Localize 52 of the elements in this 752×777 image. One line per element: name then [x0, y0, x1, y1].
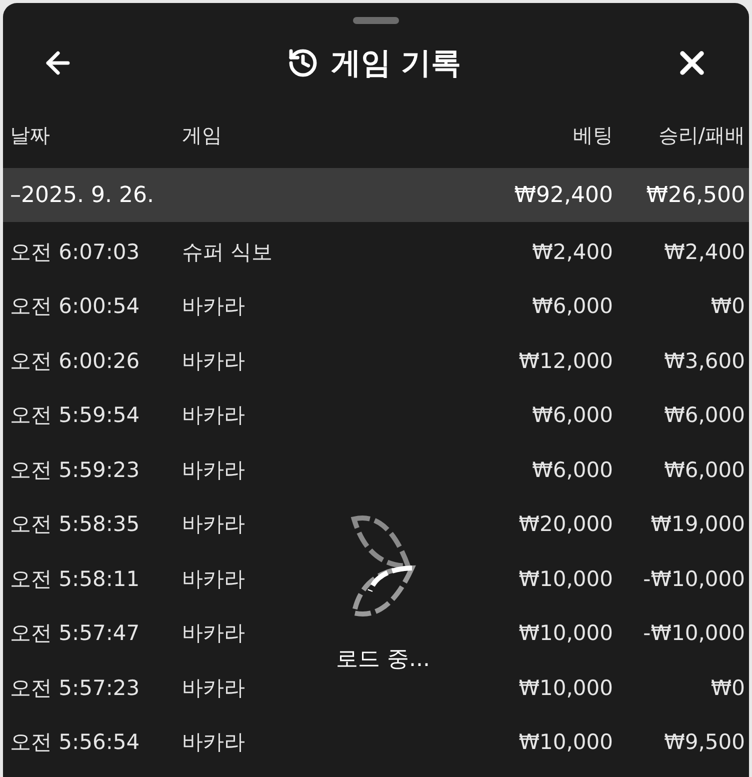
table-cell-text: ₩10,000: [518, 620, 613, 647]
table-cell-text: 바카라: [182, 674, 246, 702]
history-icon: [286, 47, 319, 79]
table-cell-text: 오전 6:00:54: [10, 293, 141, 320]
table-cell-text: 오전 5:57:23: [10, 674, 141, 702]
table-cell-text: 오전 5:58:35: [10, 511, 141, 538]
table-cell-text: 오전 5:58:11: [10, 566, 141, 592]
column-header: 게임: [182, 122, 223, 149]
table-cell-text: 오전 5:59:23: [10, 456, 141, 484]
table-cell-text: 오전 6:07:03: [10, 238, 141, 266]
table-cell-text: ₩6,000: [663, 402, 745, 429]
table-cell-text: ₩9,500: [663, 729, 745, 756]
table-cell-text: 바카라: [182, 729, 246, 756]
table-cell-text: ₩2,400: [663, 238, 745, 266]
table-cell-text: 바카라: [182, 402, 246, 429]
table-cell-text: ₩10,000: [518, 674, 613, 702]
table-cell-text: ₩10,000: [518, 729, 613, 756]
summary-date: –2025. 9. 26.: [10, 182, 155, 210]
loading-text: 로드 중...: [336, 646, 430, 674]
table-cell-text: ₩6,000: [531, 293, 613, 320]
column-header: 승리/패배: [657, 122, 745, 149]
table-cell-text: 바카라: [182, 511, 246, 538]
table-cell-text: 오전 5:57:47: [10, 620, 141, 647]
table-cell-text: 오전 6:00:26: [10, 348, 141, 374]
table-cell-text: ₩6,000: [663, 456, 745, 484]
table-cell-text: ₩6,000: [531, 402, 613, 429]
table-cell-text: ₩2,400: [531, 238, 613, 266]
date-summary-row[interactable]: –2025. 9. 26. ₩92,400 ₩26,500: [3, 168, 749, 222]
table-cell-text: 오전 5:59:54: [10, 402, 141, 429]
table-cell-text: ₩6,000: [531, 456, 613, 484]
column-header: 베팅: [572, 122, 613, 149]
table-cell-text: ₩19,000: [650, 511, 745, 538]
table-cell-text: ₩12,000: [518, 348, 613, 374]
table-cell-text: 바카라: [182, 456, 246, 484]
table-cell-text: 바카라: [182, 293, 246, 320]
table-cell-text: 슈퍼 식보: [182, 238, 274, 266]
table-cell-text: 바카라: [182, 620, 246, 647]
table-cell-text: ₩3,600: [663, 348, 745, 374]
table-cell-text: ₩10,000: [518, 566, 613, 592]
table-cell-text: 바카라: [182, 566, 246, 592]
table-cell-text: -₩10,000: [642, 566, 745, 592]
table-cell-text: ₩20,000: [518, 511, 613, 538]
table-cell-text: ₩0: [710, 293, 745, 320]
drag-handle[interactable]: [353, 17, 399, 24]
window-title: 게임 기록: [330, 44, 462, 82]
summary-bet: ₩92,400: [513, 182, 613, 210]
table-cell-text: 바카라: [182, 348, 246, 374]
summary-result: ₩26,500: [645, 182, 745, 210]
table-cell-text: -₩10,000: [642, 620, 745, 647]
table-cell-text: ₩0: [710, 674, 745, 702]
column-header: 날짜: [10, 122, 51, 149]
table-cell-text: 오전 5:56:54: [10, 729, 141, 756]
